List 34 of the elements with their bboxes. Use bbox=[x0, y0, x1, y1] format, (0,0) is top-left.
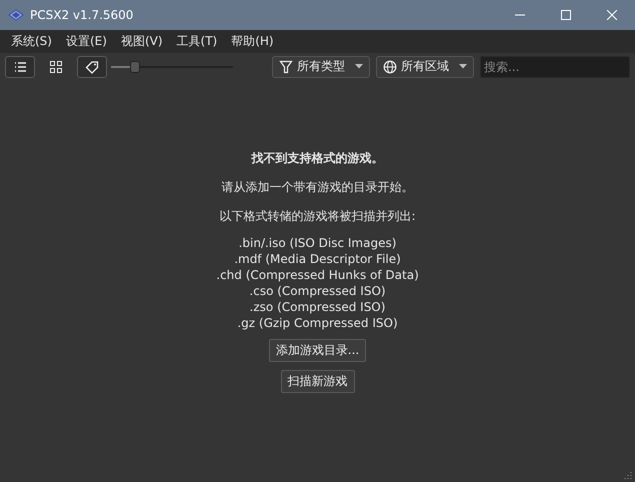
dropdown-arrow-icon bbox=[459, 64, 467, 69]
list-icon bbox=[13, 60, 27, 74]
list-view-button[interactable] bbox=[5, 56, 35, 78]
app-logo-icon bbox=[8, 9, 24, 21]
zoom-slider[interactable] bbox=[111, 60, 233, 74]
format-item: .mdf (Media Descriptor File) bbox=[234, 251, 401, 267]
window-title: PCSX2 v1.7.5600 bbox=[30, 8, 134, 22]
tag-icon bbox=[85, 60, 99, 74]
type-filter-dropdown[interactable]: 所有类型 bbox=[272, 56, 370, 78]
globe-icon bbox=[383, 60, 397, 74]
add-directory-button[interactable]: 添加游戏目录... bbox=[268, 339, 366, 362]
empty-heading: 找不到支持格式的游戏。 bbox=[252, 150, 384, 167]
menu-item[interactable]: 系统(S) bbox=[4, 31, 59, 52]
hint-text: 请从添加一个带有游戏的目录开始。 bbox=[222, 179, 414, 196]
resize-grip-icon bbox=[623, 470, 633, 480]
tag-button[interactable] bbox=[77, 56, 107, 78]
maximize-icon[interactable] bbox=[561, 10, 571, 20]
format-item: .bin/.iso (ISO Disc Images) bbox=[238, 235, 396, 251]
menu-item[interactable]: 工具(T) bbox=[170, 31, 224, 52]
close-icon[interactable] bbox=[607, 10, 617, 20]
region-filter-dropdown[interactable]: 所有区域 bbox=[376, 56, 474, 78]
menu-item[interactable]: 帮助(H) bbox=[224, 31, 281, 52]
format-item: .zso (Compressed ISO) bbox=[250, 299, 386, 315]
scan-button[interactable]: 扫描新游戏 bbox=[280, 370, 354, 393]
grid-icon bbox=[49, 60, 63, 74]
format-item: .chd (Compressed Hunks of Data) bbox=[216, 267, 419, 283]
menu-item[interactable]: 视图(V) bbox=[114, 31, 170, 52]
search-field[interactable]: 搜索... bbox=[480, 56, 630, 78]
filter-icon bbox=[279, 60, 293, 74]
menu-item[interactable]: 设置(E) bbox=[58, 31, 114, 52]
format-item: .cso (Compressed ISO) bbox=[249, 283, 386, 299]
format-item: .gz (Gzip Compressed ISO) bbox=[237, 315, 398, 331]
dropdown-arrow-icon bbox=[355, 64, 363, 69]
formats-intro: 以下格式转储的游戏将被扫描并列出: bbox=[219, 208, 416, 225]
